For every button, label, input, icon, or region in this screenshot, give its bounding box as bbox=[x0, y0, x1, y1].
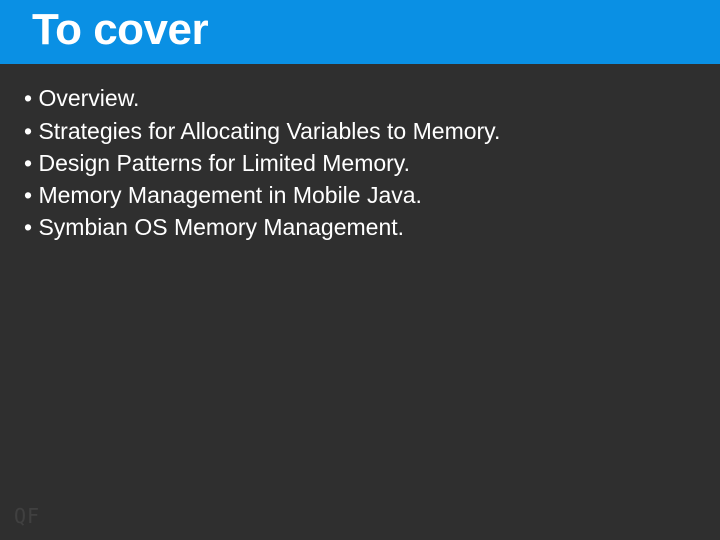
list-item: Symbian OS Memory Management. bbox=[24, 211, 696, 243]
body-area: Overview. Strategies for Allocating Vari… bbox=[0, 64, 720, 243]
footer-mark: QF bbox=[14, 504, 40, 528]
bullet-list: Overview. Strategies for Allocating Vari… bbox=[24, 82, 696, 243]
slide-title: To cover bbox=[32, 6, 720, 54]
list-item: Strategies for Allocating Variables to M… bbox=[24, 115, 696, 147]
list-item: Design Patterns for Limited Memory. bbox=[24, 147, 696, 179]
list-item: Memory Management in Mobile Java. bbox=[24, 179, 696, 211]
slide: To cover Overview. Strategies for Alloca… bbox=[0, 0, 720, 540]
title-bar: To cover bbox=[0, 0, 720, 64]
list-item: Overview. bbox=[24, 82, 696, 114]
